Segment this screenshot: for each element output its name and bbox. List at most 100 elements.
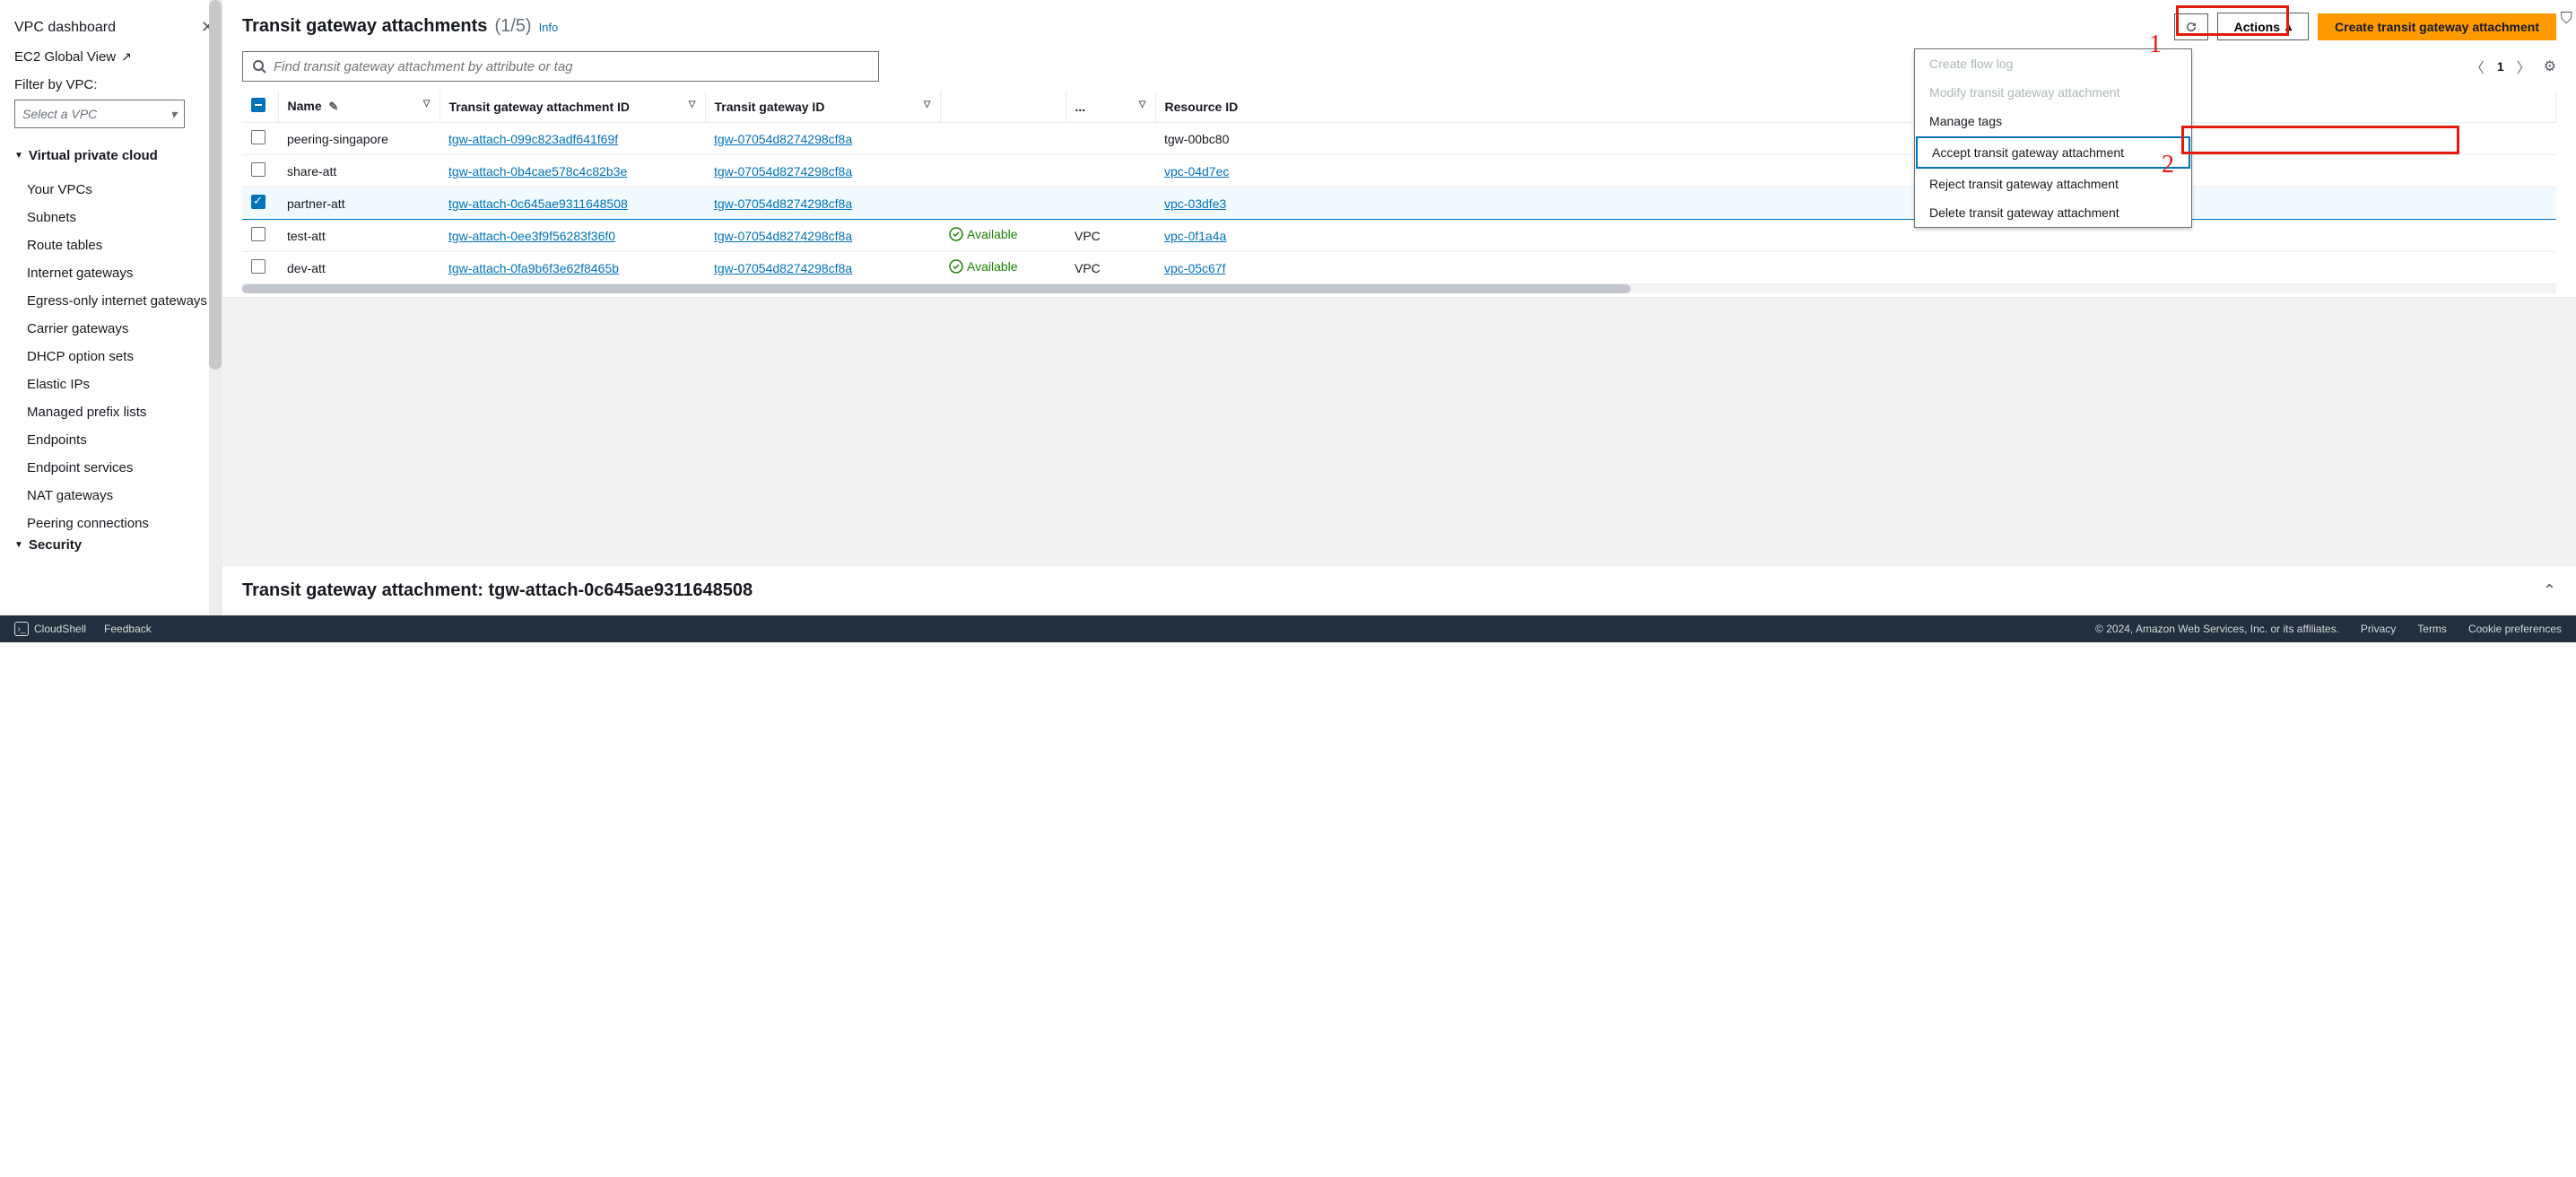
sidebar-item[interactable]: Carrier gateways [14, 315, 214, 343]
resource-link[interactable]: vpc-03dfe3 [1164, 196, 1226, 211]
gear-icon[interactable]: ⚙ [2544, 57, 2556, 75]
shield-icon[interactable]: ⛉ [2561, 9, 2573, 28]
sidebar-item[interactable]: Managed prefix lists [14, 398, 214, 426]
table-row[interactable]: partner-att tgw-attach-0c645ae9311648508 t… [242, 187, 2556, 220]
caret-down-icon: ▼ [14, 540, 23, 550]
row-name: dev-att [287, 261, 326, 275]
resource-link[interactable]: vpc-04d7ec [1164, 164, 1229, 179]
attachment-link[interactable]: tgw-attach-0fa9b6f3e62f8465b [448, 261, 619, 275]
page-number: 1 [2497, 59, 2504, 74]
section-security-label: Security [29, 537, 82, 553]
section-vpc[interactable]: ▼ Virtual private cloud [14, 148, 214, 163]
horizontal-scrollbar[interactable] [242, 284, 2556, 293]
vpc-filter-select[interactable]: Select a VPC ▾ [14, 100, 185, 128]
sidebar-item[interactable]: Your VPCs [14, 176, 214, 204]
row-type: VPC [1075, 229, 1101, 243]
cloudshell-link[interactable]: ›_ CloudShell [14, 622, 86, 636]
sidebar-item[interactable]: Route tables [14, 231, 214, 259]
dropdown-item[interactable]: Manage tags [1915, 107, 2191, 135]
dropdown-item[interactable]: Accept transit gateway attachment [1916, 136, 2190, 169]
sidebar: VPC dashboard ✕ EC2 Global View ↗ Filter… [0, 0, 222, 615]
vpc-filter-placeholder: Select a VPC [22, 107, 97, 121]
row-type: VPC [1075, 261, 1101, 275]
actions-button[interactable]: Actions ▴ [2217, 13, 2309, 40]
cloudshell-label: CloudShell [34, 623, 86, 635]
terms-link[interactable]: Terms [2417, 623, 2447, 635]
tgw-link[interactable]: tgw-07054d8274298cf8a [714, 196, 852, 211]
copyright: © 2024, Amazon Web Services, Inc. or its… [2095, 623, 2339, 635]
row-checkbox[interactable] [251, 227, 265, 241]
col-tgw-id[interactable]: Transit gateway ID [715, 100, 825, 114]
refresh-button[interactable] [2174, 13, 2208, 40]
sidebar-title[interactable]: VPC dashboard [14, 20, 116, 36]
filter-icon[interactable]: ▽ [924, 100, 931, 109]
row-checkbox[interactable] [251, 259, 265, 274]
row-checkbox[interactable] [251, 195, 265, 209]
col-name[interactable]: Name [288, 99, 322, 113]
annotation-num-1: 1 [2149, 31, 2162, 59]
ec2-global-view-link[interactable]: EC2 Global View ↗ [14, 49, 214, 65]
filter-icon[interactable]: ▽ [689, 100, 696, 109]
feedback-link[interactable]: Feedback [104, 623, 152, 635]
row-checkbox[interactable] [251, 130, 265, 144]
sidebar-item[interactable]: Endpoints [14, 426, 214, 454]
resource-link[interactable]: vpc-0f1a4a [1164, 229, 1226, 243]
dropdown-item[interactable]: Delete transit gateway attachment [1915, 198, 2191, 227]
chevron-down-icon: ▾ [170, 107, 177, 122]
row-name: test-att [287, 229, 326, 243]
main-content: ⛉ Transit gateway attachments (1/5) Info… [222, 0, 2576, 615]
page-next[interactable]: 〉 [2517, 56, 2531, 77]
col-resource[interactable]: Resource ID [1165, 100, 1239, 114]
row-name: partner-att [287, 196, 345, 211]
resource-text: tgw-00bc80 [1164, 132, 1229, 146]
page-prev[interactable]: 〈 [2470, 56, 2485, 77]
sidebar-item[interactable]: Elastic IPs [14, 371, 214, 398]
col-attach-id[interactable]: Transit gateway attachment ID [449, 100, 631, 114]
collapse-icon[interactable]: ⌃ [2543, 581, 2556, 600]
attachment-link[interactable]: tgw-attach-0ee3f9f56283f36f0 [448, 229, 615, 243]
cookie-link[interactable]: Cookie preferences [2468, 623, 2562, 635]
search-icon [252, 59, 266, 74]
row-checkbox[interactable] [251, 162, 265, 177]
tgw-link[interactable]: tgw-07054d8274298cf8a [714, 164, 852, 179]
attachments-table: Name ✎ ▽ Transit gateway attachment ID ▽ T… [242, 91, 2556, 284]
sidebar-item[interactable]: Internet gateways [14, 259, 214, 287]
sidebar-item[interactable]: NAT gateways [14, 482, 214, 510]
filter-icon[interactable]: ▽ [423, 99, 431, 109]
filter-icon[interactable]: ▽ [1139, 100, 1146, 109]
section-security[interactable]: ▼ Security [14, 537, 214, 553]
status-badge: Available [949, 227, 1018, 241]
create-attachment-button[interactable]: Create transit gateway attachment [2318, 13, 2556, 40]
page-title: Transit gateway attachments [242, 16, 487, 37]
table-row[interactable]: peering-singaporetgw-attach-099c823adf64… [242, 123, 2556, 155]
resource-link[interactable]: vpc-05c67f [1164, 261, 1225, 275]
caret-up-icon: ▴ [2285, 19, 2292, 34]
tgw-link[interactable]: tgw-07054d8274298cf8a [714, 261, 852, 275]
attachment-link[interactable]: tgw-attach-0c645ae9311648508 [448, 196, 628, 211]
select-all-checkbox[interactable] [251, 98, 265, 112]
search-input[interactable] [274, 59, 869, 74]
row-name: share-att [287, 164, 336, 179]
table-row[interactable]: share-att tgw-attach-0b4cae578c4c82b3e tgw… [242, 155, 2556, 187]
search-box[interactable] [242, 51, 879, 82]
table-row[interactable]: test-att tgw-attach-0ee3f9f56283f36f0 tgw-… [242, 220, 2556, 252]
sidebar-item[interactable]: Subnets [14, 204, 214, 231]
privacy-link[interactable]: Privacy [2361, 623, 2396, 635]
tgw-link[interactable]: tgw-07054d8274298cf8a [714, 132, 852, 146]
refresh-icon [2184, 20, 2198, 34]
attachment-link[interactable]: tgw-attach-0b4cae578c4c82b3e [448, 164, 627, 179]
sidebar-item[interactable]: DHCP option sets [14, 343, 214, 371]
dropdown-item[interactable]: Reject transit gateway attachment [1915, 170, 2191, 198]
sidebar-item[interactable]: Endpoint services [14, 454, 214, 482]
attachment-link[interactable]: tgw-attach-099c823adf641f69f [448, 132, 618, 146]
sidebar-scrollbar[interactable] [209, 0, 222, 615]
sidebar-item[interactable]: Egress-only internet gateways [14, 287, 214, 315]
edit-icon[interactable]: ✎ [329, 100, 339, 113]
sidebar-item[interactable]: Peering connections [14, 510, 214, 537]
table-row[interactable]: dev-att tgw-attach-0fa9b6f3e62f8465b tgw-0… [242, 252, 2556, 284]
col-more: ... [1075, 100, 1086, 114]
tgw-link[interactable]: tgw-07054d8274298cf8a [714, 229, 852, 243]
actions-label: Actions [2234, 20, 2280, 34]
info-link[interactable]: Info [539, 21, 559, 34]
ec2-link-label: EC2 Global View [14, 49, 116, 65]
